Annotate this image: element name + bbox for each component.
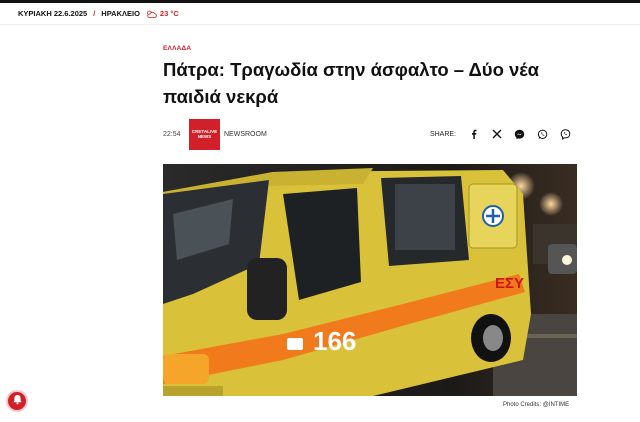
messenger-icon[interactable] (508, 124, 531, 144)
cretalive-logo[interactable]: CRETALIVE NEWS (189, 118, 220, 150)
top-info-bar: ΚΥΡΙΑΚΗ 22.6.2025 / ΗΡΑΚΛΕΙΟ 23 °C (0, 3, 640, 25)
notification-bell-button[interactable] (6, 390, 28, 412)
x-icon[interactable] (485, 124, 508, 144)
logo-line-2: NEWS (197, 134, 212, 139)
ambulance-esy-text: ΕΣΥ (495, 275, 524, 292)
author-name[interactable]: NEWSROOM (224, 131, 267, 138)
article-title: Πάτρα: Τραγωδία στην άσφαλτο – Δύο νέα π… (163, 59, 540, 107)
date-separator: / (93, 9, 96, 18)
current-date: ΚΥΡΙΑΚΗ 22.6.2025 (18, 9, 88, 18)
ambulance-phone-number: 166 (313, 326, 356, 356)
facebook-icon[interactable] (462, 124, 485, 144)
share-label: SHARE: (429, 130, 456, 138)
weather-city[interactable]: ΗΡΑΚΛΕΙΟ (101, 9, 140, 18)
cloud-sun-icon (146, 10, 157, 18)
whatsapp-icon[interactable] (531, 124, 554, 144)
photo-credit: Photo Credits: @INTIME (503, 402, 570, 408)
temperature-value: 23 °C (159, 9, 179, 18)
article-photo[interactable]: ΕΣΥ 166 (163, 164, 577, 396)
article-category[interactable]: ΕΛΛΑΔΑ (163, 45, 191, 52)
bell-icon (12, 392, 23, 410)
share-bar: SHARE: (430, 124, 577, 144)
viber-icon[interactable] (554, 124, 577, 144)
article-meta: 22:54 CRETALIVE NEWS NEWSROOM SHARE: (163, 118, 577, 150)
publish-time: 22:54 (163, 130, 181, 138)
